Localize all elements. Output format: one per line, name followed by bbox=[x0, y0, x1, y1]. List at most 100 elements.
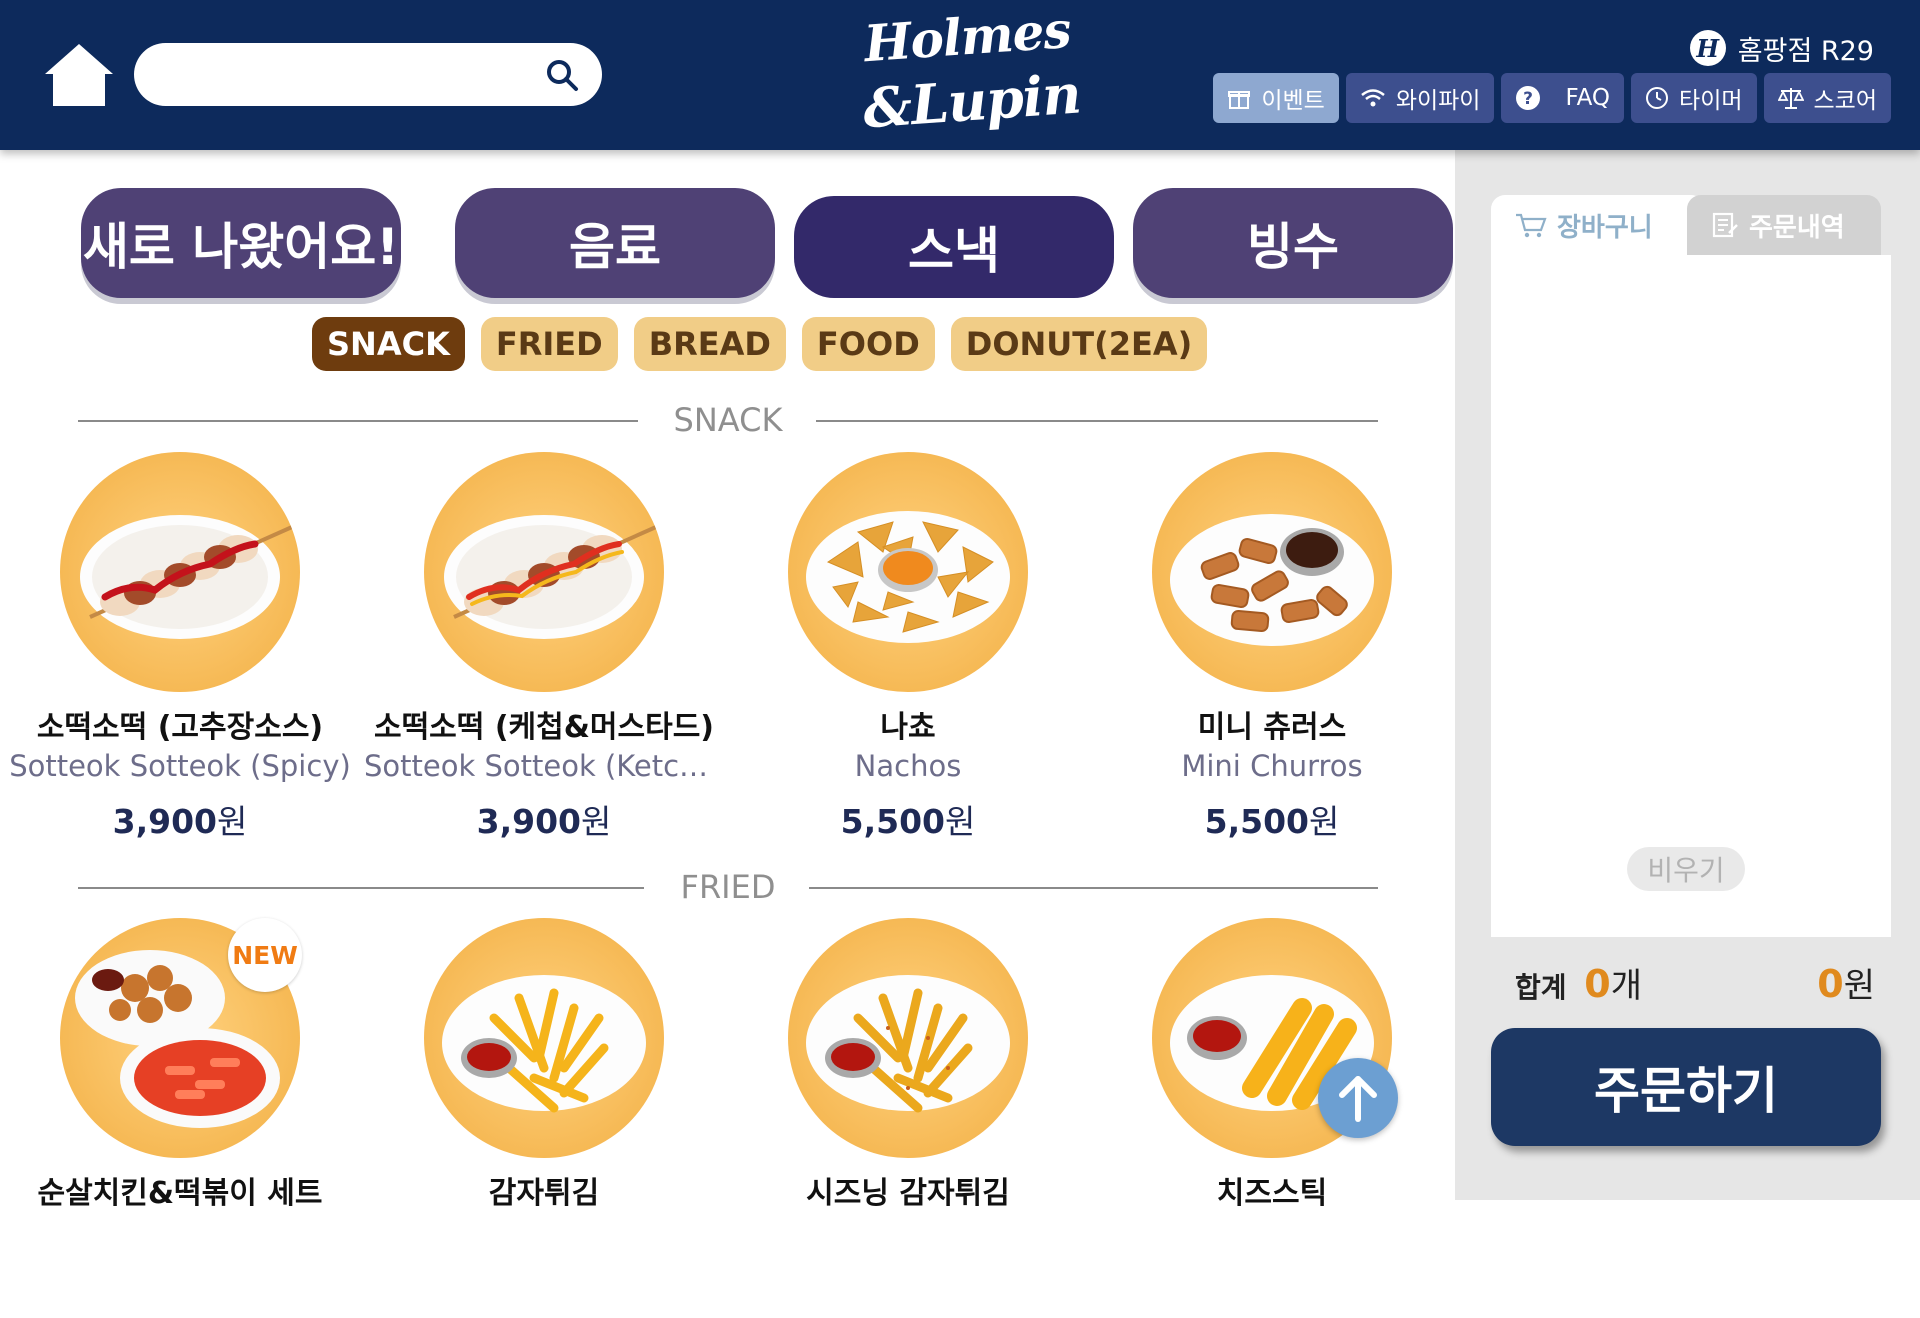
product-card[interactable]: 소떡소떡 (케첩&머스타드) Sotteok Sotteok (Ketchup … bbox=[364, 452, 724, 852]
timer-label: 타이머 bbox=[1679, 88, 1743, 114]
product-price: 3,900원 bbox=[364, 795, 724, 843]
total-count-unit: 개 bbox=[1610, 966, 1643, 1006]
product-card[interactable]: 치즈스틱 bbox=[1092, 918, 1452, 1318]
category-drinks[interactable]: 음료 bbox=[455, 188, 775, 298]
total-amount: 0원 bbox=[1817, 958, 1875, 1007]
search-icon[interactable] bbox=[544, 57, 580, 93]
wifi-button[interactable]: 와이파이 bbox=[1345, 73, 1495, 123]
product-name-ko: 순살치킨&떡볶이 세트 bbox=[37, 1176, 323, 1211]
product-price: 5,500원 bbox=[728, 795, 1088, 843]
product-card[interactable]: 나쵸 Nachos 5,500원 bbox=[728, 452, 1088, 852]
scroll-to-top-button[interactable] bbox=[1318, 1058, 1398, 1138]
tab-cart-label: 장바구니 bbox=[1557, 212, 1653, 243]
price-currency: 원 bbox=[581, 802, 612, 841]
top-header: Holmes &Lupin H 홈팡점 R29 이벤트 와이파이 ? FAQ 타… bbox=[0, 0, 1920, 150]
total-count-value: 0 bbox=[1584, 962, 1611, 1006]
product-image bbox=[424, 452, 664, 692]
category-tabs: 새로 나왔어요! 음료 스낵 빙수 bbox=[81, 188, 1456, 308]
price-value: 3,900 bbox=[476, 802, 581, 841]
category-label: 새로 나왔어요! bbox=[82, 218, 400, 276]
clear-cart-button[interactable]: 비우기 bbox=[1627, 847, 1745, 891]
product-card[interactable]: 미니 츄러스 Mini Churros 5,500원 bbox=[1092, 452, 1452, 852]
faq-button[interactable]: ? FAQ bbox=[1501, 73, 1625, 123]
product-name-ko: 시즈닝 감자튀김 bbox=[806, 1176, 1010, 1211]
subcategory-snack[interactable]: SNACK bbox=[312, 317, 465, 371]
subcategory-fried[interactable]: FRIED bbox=[480, 317, 618, 371]
section-header-fried: FRIED bbox=[78, 865, 1378, 909]
price-value: 3,900 bbox=[112, 802, 217, 841]
store-name: 홈팡점 R29 bbox=[1737, 35, 1874, 67]
section-title: FRIED bbox=[680, 868, 776, 906]
price-currency: 원 bbox=[217, 802, 248, 841]
tab-orders-label: 주문내역 bbox=[1749, 212, 1845, 243]
product-name-ko: 치즈스틱 bbox=[1216, 1176, 1328, 1211]
new-badge: NEW bbox=[228, 918, 302, 992]
wifi-label: 와이파이 bbox=[1395, 88, 1481, 114]
event-label: 이벤트 bbox=[1261, 88, 1325, 114]
product-name-ko: 미니 츄러스 bbox=[1197, 710, 1347, 745]
category-bingsu[interactable]: 빙수 bbox=[1133, 188, 1453, 298]
category-new[interactable]: 새로 나왔어요! bbox=[81, 188, 401, 298]
price-currency: 원 bbox=[1309, 802, 1340, 841]
scale-icon bbox=[1777, 86, 1804, 110]
category-label: 스낵 bbox=[908, 222, 1000, 280]
home-icon bbox=[45, 44, 113, 106]
product-name-ko: 소떡소떡 (고추장소스) bbox=[36, 710, 324, 745]
subcategory-food[interactable]: FOOD bbox=[801, 317, 935, 371]
category-label: 음료 bbox=[569, 218, 661, 276]
score-label: 스코어 bbox=[1813, 88, 1877, 114]
subcategory-bread[interactable]: BREAD bbox=[633, 317, 786, 371]
product-image bbox=[788, 918, 1028, 1158]
price-value: 5,500 bbox=[840, 802, 945, 841]
top-nav: 이벤트 와이파이 ? FAQ 타이머 스코어 bbox=[1213, 73, 1891, 123]
product-name-ko: 나쵸 bbox=[880, 710, 936, 745]
product-name-en: Nachos bbox=[854, 749, 962, 783]
product-price: 3,900원 bbox=[0, 795, 360, 843]
product-card[interactable]: 소떡소떡 (고추장소스) Sotteok Sotteok (Spicy) 3,9… bbox=[0, 452, 360, 852]
search-box[interactable] bbox=[134, 43, 602, 106]
svg-text:?: ? bbox=[1524, 89, 1534, 109]
product-image bbox=[60, 452, 300, 692]
total-amount-unit: 원 bbox=[1843, 966, 1875, 1006]
store-badge-icon: H bbox=[1689, 30, 1726, 66]
subcategory-tabs: SNACK FRIED BREAD FOOD DONUT(2EA) bbox=[312, 317, 1208, 371]
product-card[interactable]: NEW 순살치킨&떡볶이 세트 bbox=[0, 918, 360, 1318]
product-image bbox=[788, 452, 1028, 692]
product-card[interactable]: 감자튀김 bbox=[364, 918, 724, 1318]
home-button[interactable] bbox=[43, 42, 149, 112]
gift-icon bbox=[1227, 86, 1251, 110]
question-icon: ? bbox=[1515, 85, 1541, 111]
brand-logo: Holmes &Lupin bbox=[855, 0, 1084, 154]
product-name-ko: 감자튀김 bbox=[488, 1176, 600, 1211]
subcategory-donut[interactable]: DONUT(2EA) bbox=[950, 317, 1208, 371]
product-name-en: Mini Churros bbox=[1181, 749, 1363, 783]
timer-button[interactable]: 타이머 bbox=[1631, 73, 1757, 123]
cart-totals: 합계 0개 0원 bbox=[1515, 958, 1875, 1008]
cart-icon bbox=[1515, 212, 1547, 238]
tab-cart[interactable]: 장바구니 bbox=[1491, 195, 1705, 255]
event-button[interactable]: 이벤트 bbox=[1213, 73, 1339, 123]
wifi-icon bbox=[1360, 87, 1386, 109]
product-name-ko: 소떡소떡 (케첩&머스타드) bbox=[373, 710, 715, 745]
timer-icon bbox=[1645, 86, 1669, 110]
product-card[interactable]: 시즈닝 감자튀김 bbox=[728, 918, 1088, 1318]
score-button[interactable]: 스코어 bbox=[1763, 73, 1891, 123]
product-price: 5,500원 bbox=[1092, 795, 1452, 843]
section-title: SNACK bbox=[673, 401, 783, 439]
tab-orders[interactable]: 주문내역 bbox=[1687, 195, 1881, 255]
price-value: 5,500 bbox=[1204, 802, 1309, 841]
order-list-icon bbox=[1711, 211, 1739, 239]
total-count: 합계 0개 bbox=[1515, 958, 1642, 1007]
order-button[interactable]: 주문하기 bbox=[1491, 1028, 1881, 1146]
product-name-en: Sotteok Sotteok (Ketchup & Mustard) bbox=[364, 749, 724, 783]
category-snack[interactable]: 스낵 bbox=[794, 196, 1114, 298]
cart-list: 비우기 bbox=[1491, 255, 1891, 937]
product-image bbox=[1152, 452, 1392, 692]
faq-label: FAQ bbox=[1565, 85, 1611, 111]
arrow-up-icon bbox=[1339, 1076, 1377, 1122]
search-input[interactable] bbox=[158, 55, 542, 97]
total-label: 합계 bbox=[1515, 971, 1567, 1004]
price-currency: 원 bbox=[945, 802, 976, 841]
product-name-en: Sotteok Sotteok (Spicy) bbox=[9, 749, 351, 783]
store-label: H 홈팡점 R29 bbox=[1689, 28, 1874, 68]
